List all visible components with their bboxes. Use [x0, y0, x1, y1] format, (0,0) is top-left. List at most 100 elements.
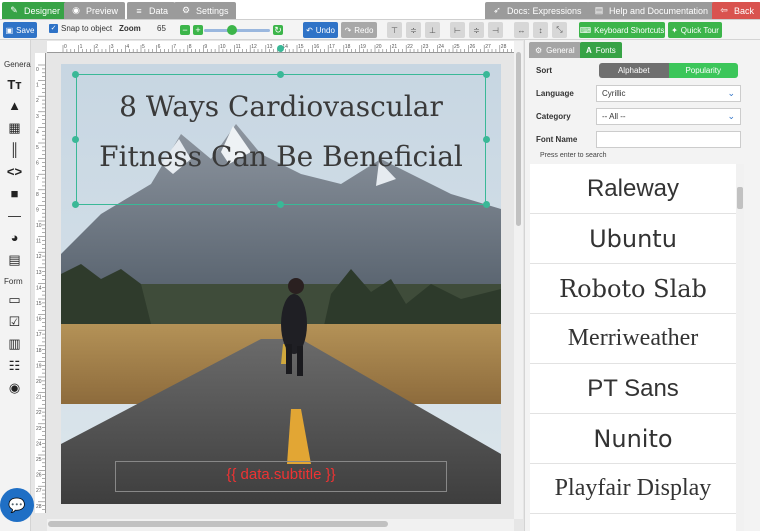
- font-list-scrollbar[interactable]: [736, 164, 744, 531]
- resize-handle-top-left[interactable]: [72, 71, 79, 78]
- font-item-roboto-slab[interactable]: Roboto Slab: [530, 264, 736, 314]
- undo-label: Undo: [315, 25, 335, 35]
- barcode-tool-icon[interactable]: ║: [6, 142, 23, 157]
- font-item-ubuntu[interactable]: Ubuntu: [530, 214, 736, 264]
- tab-help-documentation[interactable]: ▤ Help and Documentation: [587, 2, 716, 19]
- page-title-text[interactable]: 8 Ways Cardiovascular Fitness Can Be Ben…: [76, 82, 486, 182]
- image-tool-icon[interactable]: ▲: [6, 98, 23, 113]
- zoom-slider-handle[interactable]: [227, 25, 237, 35]
- category-value: -- All --: [602, 112, 626, 121]
- text-tool-icon[interactable]: Tт: [6, 77, 23, 92]
- tab-docs-expressions[interactable]: ➶ Docs: Expressions: [485, 2, 589, 19]
- ruler-number: 27: [36, 488, 42, 494]
- font-name-hint: Press enter to search: [540, 152, 607, 159]
- list-tool-icon[interactable]: ☷: [6, 358, 23, 373]
- book-icon: ▤: [594, 5, 604, 15]
- category-label: Category: [536, 112, 571, 121]
- zoom-out-icon[interactable]: −: [180, 25, 190, 35]
- align-bottom-icon[interactable]: ⊥: [425, 22, 440, 38]
- ruler-number: 13: [36, 270, 42, 276]
- language-select[interactable]: Cyrillic ⌄: [596, 85, 741, 102]
- vertical-ruler: 0 1 2 3 4 5 6 7 8 9 10 11 12 13 14 15 16 17 18 19 20 21 22 23 24…: [35, 53, 46, 513]
- sort-popularity-option[interactable]: Popularity: [668, 63, 738, 78]
- font-name-input[interactable]: [596, 131, 741, 148]
- align-top-icon[interactable]: ⊤: [387, 22, 402, 38]
- align-center-icon[interactable]: ≑: [469, 22, 484, 38]
- input-field-tool-icon[interactable]: ▭: [6, 292, 23, 307]
- tab-general[interactable]: ⚙ General: [529, 42, 581, 58]
- dropdown-tool-icon[interactable]: ▥: [6, 336, 23, 351]
- language-label: Language: [536, 89, 574, 98]
- zoom-reset-icon[interactable]: ↻: [273, 25, 283, 35]
- resize-handle-left[interactable]: [72, 136, 79, 143]
- chart-tool-icon[interactable]: ◕: [6, 230, 23, 245]
- fit-size-icon[interactable]: ⤡: [552, 22, 567, 38]
- table-tool-icon[interactable]: ▤: [6, 252, 23, 267]
- tab-designer[interactable]: ✎ Designer: [2, 2, 68, 19]
- fit-width-icon[interactable]: ↔: [514, 22, 529, 38]
- chat-bubble-icon[interactable]: 💬: [0, 488, 34, 522]
- rotate-handle[interactable]: [277, 45, 284, 52]
- category-select[interactable]: -- All -- ⌄: [596, 108, 741, 125]
- rectangle-tool-icon[interactable]: ■: [6, 186, 23, 201]
- redo-button[interactable]: ↷ Redo: [341, 22, 377, 38]
- back-button[interactable]: ⇦ Back: [712, 2, 760, 19]
- save-button[interactable]: ▣ Save: [3, 22, 37, 38]
- fit-height-icon[interactable]: ↕: [533, 22, 548, 38]
- canvas-vertical-scroll-thumb[interactable]: [516, 52, 521, 226]
- align-left-icon[interactable]: ⊢: [450, 22, 465, 38]
- resize-handle-right[interactable]: [483, 136, 490, 143]
- undo-button[interactable]: ↶ Undo: [303, 22, 338, 38]
- line-tool-icon[interactable]: —: [6, 208, 23, 223]
- font-item-raleway[interactable]: Raleway: [530, 164, 736, 214]
- tab-data[interactable]: ≡ Data: [127, 2, 176, 19]
- code-tool-icon[interactable]: <>: [6, 164, 23, 179]
- align-right-icon[interactable]: ⊣: [488, 22, 503, 38]
- resize-handle-bottom-left[interactable]: [72, 201, 79, 208]
- resize-handle-top[interactable]: [277, 71, 284, 78]
- font-item-pt-sans[interactable]: PT Sans: [530, 364, 736, 414]
- ruler-number: 1: [80, 44, 83, 50]
- font-list-scroll-thumb[interactable]: [737, 187, 743, 209]
- canvas-horizontal-scroll-thumb[interactable]: [48, 521, 388, 527]
- top-tab-bar: ✎ Designer ◉ Preview ≡ Data ⚙ Settings ➶…: [0, 0, 760, 20]
- tab-label: Docs: Expressions: [507, 5, 582, 16]
- font-item-playfair-display[interactable]: Playfair Display: [530, 464, 736, 514]
- checkbox-checked-icon[interactable]: ✓: [49, 24, 58, 33]
- align-middle-icon[interactable]: ≑: [406, 22, 421, 38]
- chevron-down-icon: ⌄: [727, 88, 735, 98]
- rocket-icon: ➶: [493, 5, 501, 15]
- subtitle-placeholder-text[interactable]: {{ data.subtitle }}: [115, 466, 447, 483]
- zoom-slider-track[interactable]: [204, 29, 270, 32]
- chevron-down-icon: ⌄: [727, 111, 735, 121]
- quick-tour-button[interactable]: ✦ Quick Tour: [668, 22, 722, 38]
- qr-code-tool-icon[interactable]: ▦: [6, 120, 23, 135]
- sort-alphabet-option[interactable]: Alphabet: [599, 63, 669, 78]
- ruler-number: 17: [36, 332, 42, 338]
- ruler-number: 14: [36, 285, 42, 291]
- ruler-number: 8: [189, 44, 192, 50]
- tab-fonts[interactable]: A Fonts: [580, 42, 622, 58]
- tab-label: Data: [149, 5, 169, 16]
- keyboard-shortcuts-button[interactable]: ⌨ Keyboard Shortcuts: [579, 22, 665, 38]
- font-item-merriweather[interactable]: Merriweather: [530, 314, 736, 364]
- snap-to-object-toggle[interactable]: ✓ Snap to object: [49, 24, 112, 33]
- font-item-nunito[interactable]: Nunito: [530, 414, 736, 464]
- pencil-icon: ✎: [10, 5, 18, 15]
- sort-toggle[interactable]: Alphabet Popularity: [599, 63, 738, 78]
- ruler-number: 24: [36, 441, 42, 447]
- tab-settings[interactable]: ⚙ Settings: [174, 2, 236, 19]
- checkbox-tool-icon[interactable]: ☑: [6, 314, 23, 329]
- resize-handle-bottom-right[interactable]: [483, 201, 490, 208]
- back-icon: ⇦: [720, 5, 728, 15]
- ruler-number: 26: [36, 473, 42, 479]
- resize-handle-top-right[interactable]: [483, 71, 490, 78]
- radio-tool-icon[interactable]: ◉: [6, 380, 23, 395]
- palette-general-label: General: [4, 60, 33, 69]
- resize-handle-bottom[interactable]: [277, 201, 284, 208]
- tab-preview[interactable]: ◉ Preview: [64, 2, 126, 19]
- zoom-in-icon[interactable]: +: [193, 25, 203, 35]
- ruler-number: 6: [158, 44, 161, 50]
- font-icon: A: [586, 45, 592, 55]
- zoom-value: 65: [157, 24, 166, 33]
